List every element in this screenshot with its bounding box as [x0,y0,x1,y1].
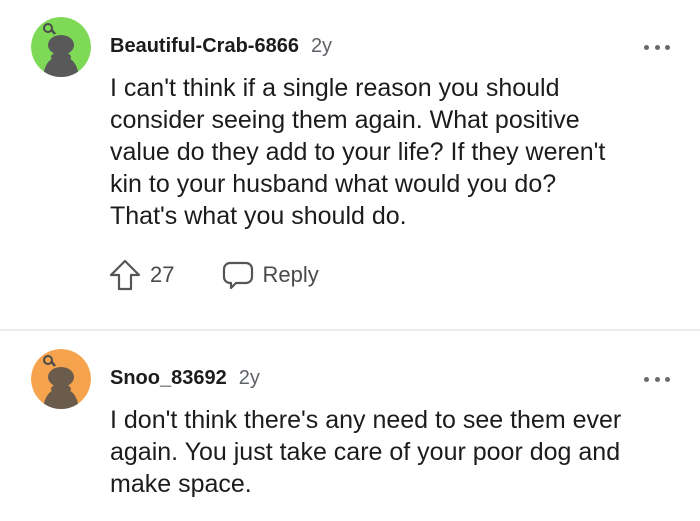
comment: Beautiful-Crab-6866 2y I can't think if … [0,0,700,328]
reply-label: Reply [262,262,319,287]
avatar[interactable] [31,349,91,409]
upvote-button[interactable]: 27 [108,258,174,292]
comment-meta: Beautiful-Crab-6866 2y [110,35,332,58]
username[interactable]: Snoo_83692 [110,367,227,390]
comment-age: 2y [238,367,260,389]
comment-actions: 27 Reply [108,258,319,292]
upvote-arrow-icon [109,259,141,291]
comment: Snoo_83692 2y I don't think there's any … [0,331,700,521]
comment-body: I can't think if a single reason you sho… [110,74,606,230]
snoo-avatar-icon [31,17,91,77]
comment-body: I don't think there's any need to see th… [110,406,622,498]
snoo-avatar-icon [31,349,91,409]
username[interactable]: Beautiful-Crab-6866 [110,35,299,58]
more-options-icon[interactable] [644,42,670,52]
avatar[interactable] [31,17,91,77]
upvote-count: 27 [150,262,175,287]
comment-meta: Snoo_83692 2y [110,367,260,390]
more-options-icon[interactable] [644,374,670,384]
reply-button[interactable]: Reply [222,260,319,290]
comment-age: 2y [310,35,333,57]
speech-bubble-icon [223,261,254,290]
